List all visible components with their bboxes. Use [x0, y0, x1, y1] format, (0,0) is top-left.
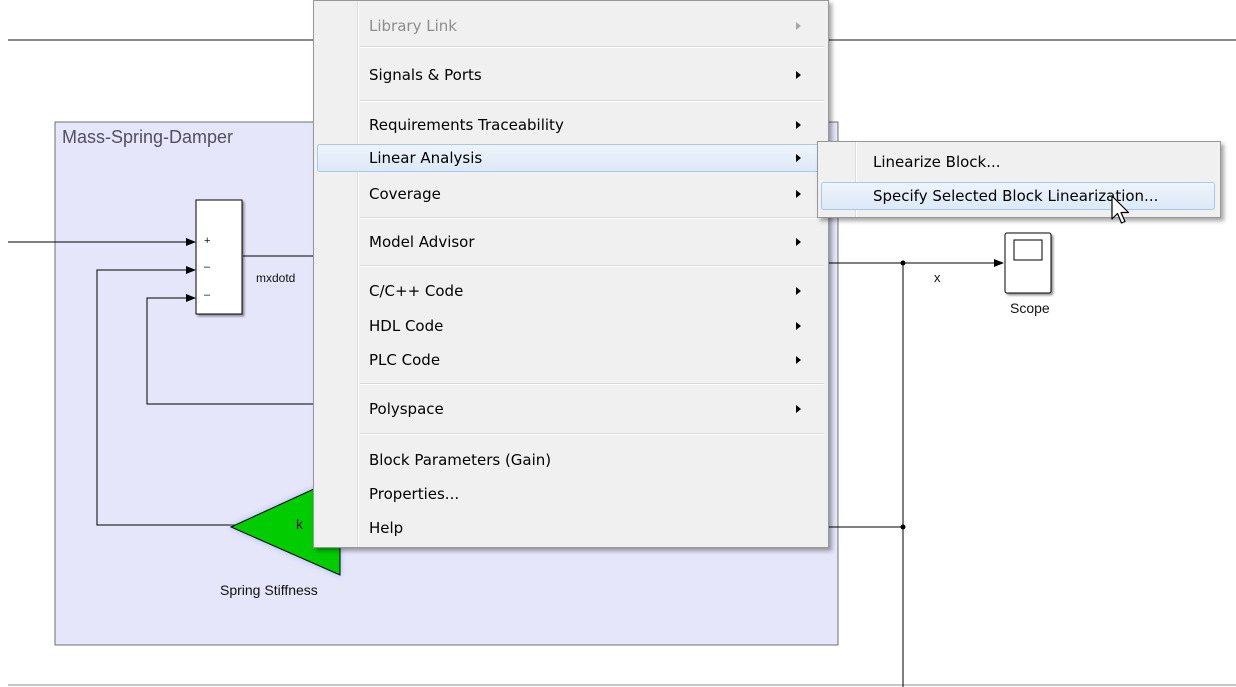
menu-item-label: Coverage — [369, 185, 441, 203]
submenu-item-linearize-block[interactable]: Linearize Block... — [821, 149, 1215, 175]
sum-block[interactable] — [195, 199, 243, 315]
gain-block-name: Spring Stiffness — [220, 582, 318, 598]
menu-item-label: Linear Analysis — [369, 149, 483, 167]
branch-point-top — [900, 260, 906, 266]
menu-item-linear-analysis[interactable]: Linear Analysis — [317, 144, 823, 172]
menu-item-label: Properties... — [369, 485, 460, 503]
submenu-arrow-icon — [796, 190, 801, 198]
branch-point-bottom — [900, 524, 906, 530]
menu-item-label: Signals & Ports — [369, 66, 482, 84]
menu-separator — [360, 46, 824, 47]
scope-block[interactable] — [1004, 232, 1052, 294]
linear-analysis-submenu: Linearize Block... Specify Selected Bloc… — [817, 141, 1221, 218]
submenu-arrow-icon — [796, 322, 801, 330]
context-menu: Library Link Signals & Ports Requirement… — [313, 0, 829, 548]
menu-item-polyspace[interactable]: Polyspace — [317, 396, 823, 422]
submenu-arrow-icon — [796, 287, 801, 295]
menu-item-library-link[interactable]: Library Link — [317, 13, 823, 39]
submenu-arrow-icon — [796, 405, 801, 413]
menu-separator — [360, 217, 824, 218]
submenu-arrow-icon — [796, 154, 801, 162]
menu-item-c-cpp-code[interactable]: C/C++ Code — [317, 278, 823, 304]
submenu-arrow-icon — [796, 22, 801, 30]
submenu-item-label: Linearize Block... — [873, 153, 1001, 171]
submenu-arrow-icon — [796, 238, 801, 246]
gain-symbol: k — [296, 516, 303, 532]
sum-sign-3: – — [204, 289, 211, 301]
menu-item-coverage[interactable]: Coverage — [317, 181, 823, 207]
menu-item-label: PLC Code — [369, 351, 441, 369]
output-signal-label: x — [934, 270, 941, 285]
menu-item-label: Model Advisor — [369, 233, 475, 251]
menu-item-label: Polyspace — [369, 400, 444, 418]
scope-screen-icon — [1013, 239, 1043, 261]
menu-item-properties[interactable]: Properties... — [317, 481, 823, 507]
menu-separator — [360, 100, 824, 101]
menu-item-signals-ports[interactable]: Signals & Ports — [317, 62, 823, 88]
menu-separator — [360, 433, 824, 434]
scope-name: Scope — [1010, 300, 1050, 316]
menu-item-label: Requirements Traceability — [369, 116, 564, 134]
menu-item-label: HDL Code — [369, 317, 444, 335]
submenu-item-specify-block-linearization[interactable]: Specify Selected Block Linearization... — [821, 182, 1215, 210]
signal-label-mxdotd: mxdotd — [256, 271, 296, 285]
menu-separator — [360, 383, 824, 384]
menu-item-model-advisor[interactable]: Model Advisor — [317, 229, 823, 255]
mouse-pointer-icon — [1111, 195, 1130, 224]
menu-separator — [360, 265, 824, 266]
menu-item-label: Library Link — [369, 17, 457, 35]
menu-item-label: Block Parameters (Gain) — [369, 451, 552, 469]
sum-sign-2: – — [204, 261, 211, 273]
submenu-arrow-icon — [796, 356, 801, 364]
menu-item-help[interactable]: Help — [317, 515, 823, 541]
menu-item-plc-code[interactable]: PLC Code — [317, 347, 823, 373]
submenu-arrow-icon — [796, 71, 801, 79]
menu-item-requirements-traceability[interactable]: Requirements Traceability — [317, 112, 823, 138]
submenu-arrow-icon — [796, 121, 801, 129]
subsystem-title: Mass-Spring-Damper — [62, 127, 234, 147]
sum-sign-1: + — [204, 235, 211, 247]
menu-item-block-parameters[interactable]: Block Parameters (Gain) — [317, 447, 823, 473]
menu-item-label: C/C++ Code — [369, 282, 464, 300]
menu-item-hdl-code[interactable]: HDL Code — [317, 313, 823, 339]
menu-item-label: Help — [369, 519, 404, 537]
